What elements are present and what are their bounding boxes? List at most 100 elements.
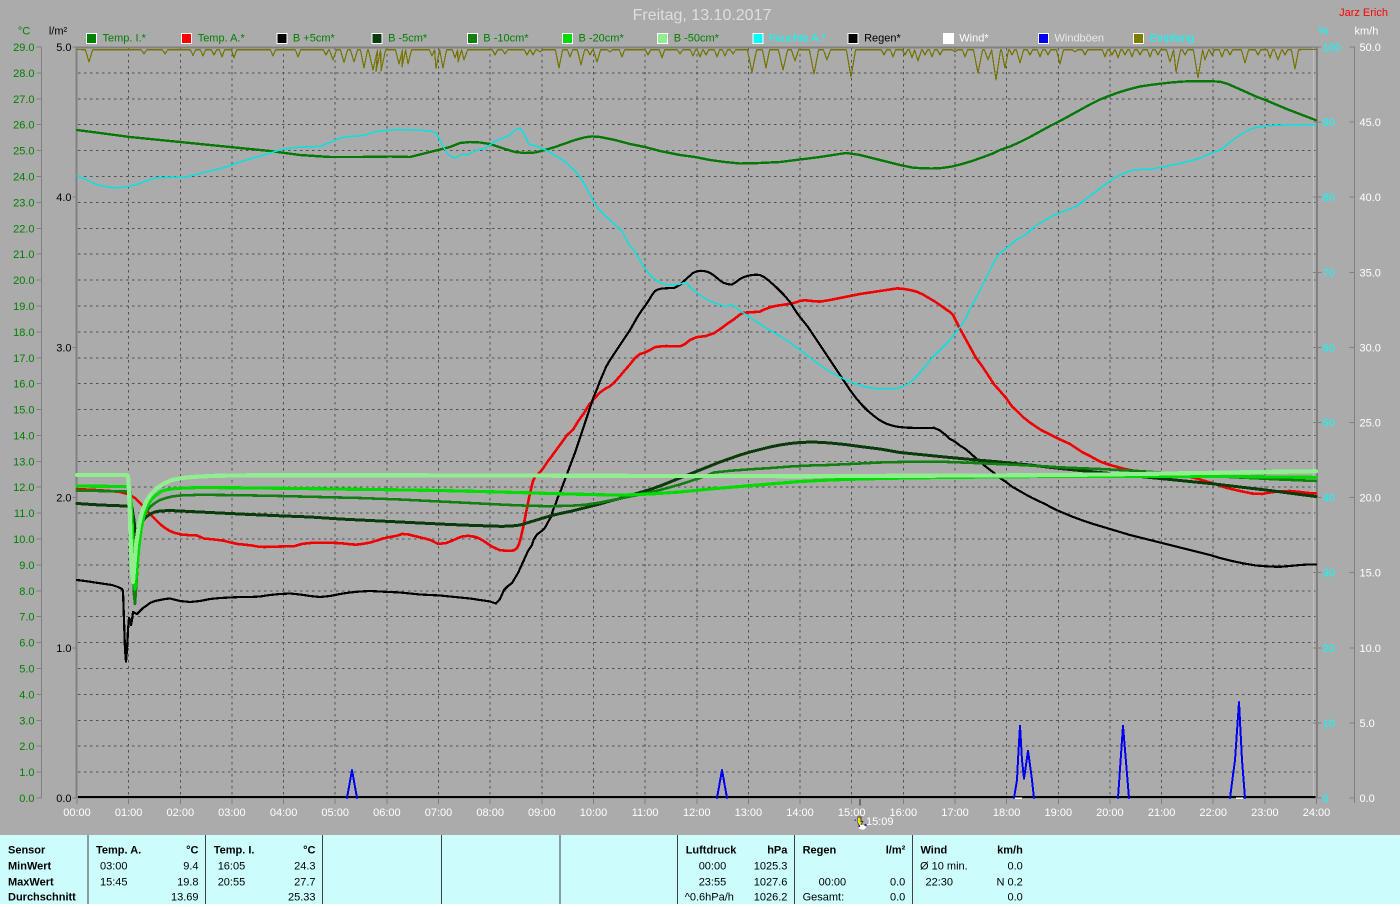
svg-text:5.0: 5.0 — [19, 664, 34, 676]
svg-text:23:00: 23:00 — [1251, 807, 1279, 819]
svg-text:21.0: 21.0 — [13, 249, 34, 261]
svg-text:Empfang: Empfang — [1150, 33, 1194, 45]
svg-text:3.0: 3.0 — [56, 342, 71, 354]
svg-text:Temp. A.: Temp. A. — [96, 845, 141, 857]
svg-text:Temp. A.*: Temp. A.* — [198, 33, 246, 45]
svg-text:17:00: 17:00 — [941, 807, 969, 819]
svg-text:6.0: 6.0 — [19, 638, 34, 650]
svg-text:90: 90 — [1323, 117, 1335, 129]
svg-text:2.0: 2.0 — [56, 493, 71, 505]
svg-text:12.0: 12.0 — [13, 482, 34, 494]
svg-text:06:00: 06:00 — [373, 807, 401, 819]
svg-text:Regen: Regen — [803, 845, 837, 857]
svg-text:50: 50 — [1323, 418, 1335, 430]
svg-text:Sensor: Sensor — [8, 845, 46, 857]
svg-text:7.0: 7.0 — [19, 612, 34, 624]
svg-text:Ø 10 min.: Ø 10 min. — [920, 860, 968, 872]
svg-text:Luftdruck: Luftdruck — [686, 845, 738, 857]
svg-text:15:45: 15:45 — [100, 876, 128, 888]
svg-text:03:00: 03:00 — [218, 807, 246, 819]
svg-text:04:00: 04:00 — [270, 807, 298, 819]
svg-text:12:00: 12:00 — [683, 807, 711, 819]
svg-text:Durchschnitt: Durchschnitt — [8, 892, 76, 904]
svg-text:08:00: 08:00 — [476, 807, 504, 819]
svg-text:1.0: 1.0 — [56, 643, 71, 655]
svg-text:24.3: 24.3 — [294, 860, 315, 872]
svg-text:1027.6: 1027.6 — [754, 876, 788, 888]
svg-text:00:00: 00:00 — [819, 876, 847, 888]
svg-text:km/h: km/h — [1355, 26, 1379, 38]
svg-text:0.0: 0.0 — [1360, 793, 1375, 805]
svg-text:10.0: 10.0 — [13, 534, 34, 546]
svg-text:15.0: 15.0 — [1360, 568, 1381, 580]
svg-text:19.0: 19.0 — [13, 301, 34, 313]
svg-text:80: 80 — [1323, 192, 1335, 204]
svg-text:Freitag, 13.10.2017: Freitag, 13.10.2017 — [633, 7, 772, 24]
svg-text:9.4: 9.4 — [183, 860, 198, 872]
svg-text:14:00: 14:00 — [786, 807, 814, 819]
svg-text:00:00: 00:00 — [63, 807, 91, 819]
svg-text:27.0: 27.0 — [13, 94, 34, 106]
svg-text:Temp. I.: Temp. I. — [214, 845, 255, 857]
svg-text:15.0: 15.0 — [13, 405, 34, 417]
svg-text:B +5cm*: B +5cm* — [293, 33, 336, 45]
svg-text:0: 0 — [1323, 793, 1329, 805]
svg-text:0.0: 0.0 — [56, 793, 71, 805]
svg-text:10.0: 10.0 — [1360, 643, 1381, 655]
svg-text:Jarz Erich: Jarz Erich — [1339, 7, 1388, 19]
svg-text:24.0: 24.0 — [13, 172, 34, 184]
svg-text:2.0: 2.0 — [19, 741, 34, 753]
svg-text:25.0: 25.0 — [1360, 418, 1381, 430]
svg-text:^0.6hPa/h: ^0.6hPa/h — [685, 892, 734, 904]
svg-text:N 0.2: N 0.2 — [997, 876, 1023, 888]
svg-text:8.0: 8.0 — [19, 586, 34, 598]
svg-text:l/m²: l/m² — [49, 26, 68, 38]
svg-text:Wind: Wind — [921, 845, 948, 857]
svg-text:20:00: 20:00 — [1096, 807, 1124, 819]
svg-text:B -10cm*: B -10cm* — [483, 33, 529, 45]
svg-text:07:00: 07:00 — [425, 807, 453, 819]
svg-text:Wind*: Wind* — [959, 33, 989, 45]
svg-text:°C: °C — [186, 845, 198, 857]
svg-text:100: 100 — [1323, 42, 1341, 54]
svg-text:%: % — [1319, 26, 1329, 38]
svg-text:1.0: 1.0 — [19, 767, 34, 779]
svg-text:B -5cm*: B -5cm* — [388, 33, 428, 45]
svg-text:16:00: 16:00 — [890, 807, 918, 819]
svg-text:15:09: 15:09 — [866, 816, 894, 828]
svg-text:13.0: 13.0 — [13, 456, 34, 468]
svg-text:11.0: 11.0 — [14, 508, 35, 520]
svg-text:10: 10 — [1323, 718, 1335, 730]
svg-text:10:00: 10:00 — [580, 807, 608, 819]
svg-text:Feuchte A.*: Feuchte A.* — [769, 33, 827, 45]
svg-text:3.0: 3.0 — [19, 715, 34, 727]
svg-text:16:05: 16:05 — [218, 860, 246, 872]
svg-text:Regen*: Regen* — [864, 33, 901, 45]
svg-text:26.0: 26.0 — [13, 120, 34, 132]
svg-text:23.0: 23.0 — [13, 197, 34, 209]
svg-text:29.0: 29.0 — [13, 42, 34, 54]
svg-text:17.0: 17.0 — [13, 353, 34, 365]
svg-text:11:00: 11:00 — [632, 807, 659, 819]
svg-text:0.0: 0.0 — [1008, 860, 1023, 872]
svg-text:21:00: 21:00 — [1148, 807, 1176, 819]
svg-text:°C: °C — [303, 845, 315, 857]
svg-text:40.0: 40.0 — [1360, 192, 1381, 204]
svg-text:50.0: 50.0 — [1360, 42, 1381, 54]
svg-text:Windböen: Windböen — [1055, 33, 1105, 45]
svg-text:MaxWert: MaxWert — [8, 876, 54, 888]
svg-text:25.33: 25.33 — [288, 892, 316, 904]
svg-text:25.0: 25.0 — [13, 146, 34, 158]
svg-text:5.0: 5.0 — [56, 42, 71, 54]
svg-text:5.0: 5.0 — [1360, 718, 1375, 730]
svg-text:01:00: 01:00 — [115, 807, 143, 819]
svg-text:27.7: 27.7 — [294, 876, 315, 888]
svg-text:20:55: 20:55 — [218, 876, 246, 888]
svg-text:70: 70 — [1323, 267, 1335, 279]
svg-text:23:55: 23:55 — [699, 876, 727, 888]
svg-text:03:00: 03:00 — [100, 860, 128, 872]
svg-text:05:00: 05:00 — [321, 807, 349, 819]
svg-text:30.0: 30.0 — [1360, 342, 1381, 354]
svg-text:60: 60 — [1323, 342, 1335, 354]
svg-text:20.0: 20.0 — [1360, 493, 1381, 505]
